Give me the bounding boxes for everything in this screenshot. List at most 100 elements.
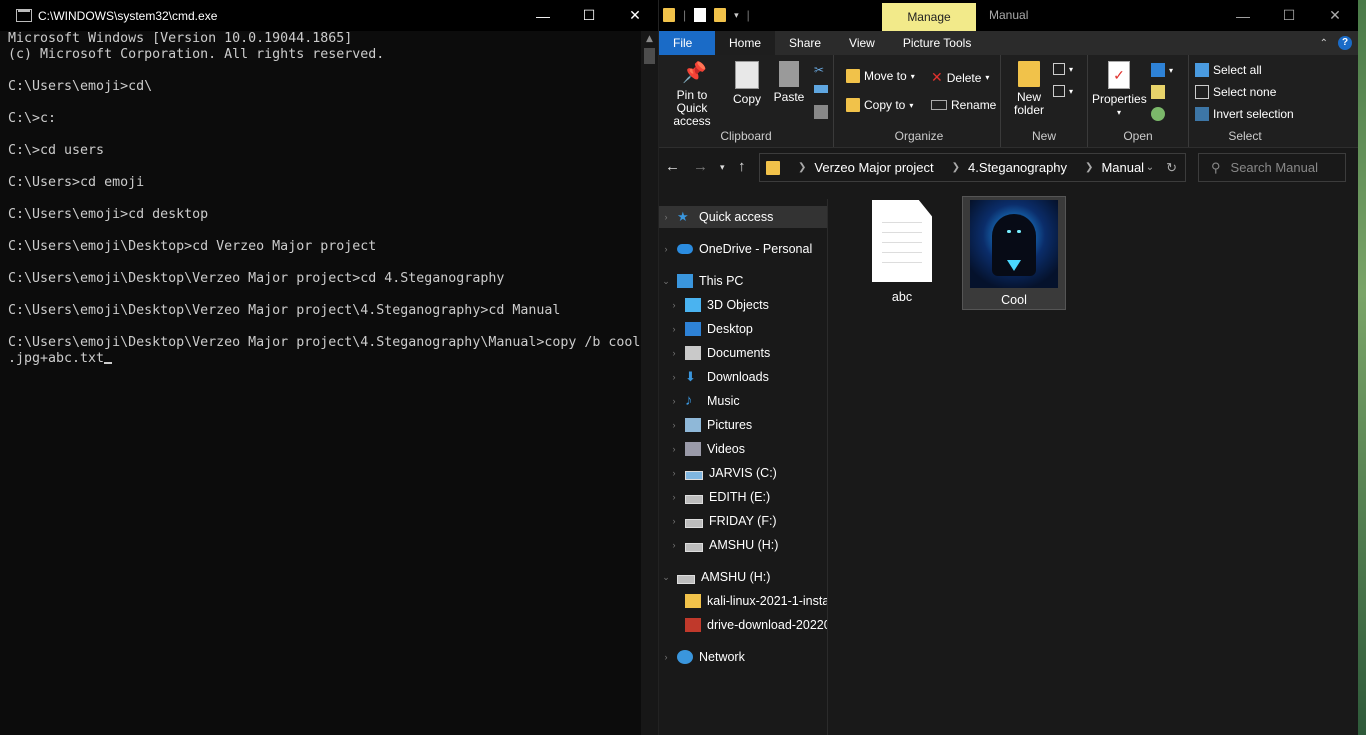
cmd-scrollbar[interactable]: ▲ xyxy=(641,31,658,735)
tab-picture-tools[interactable]: Picture Tools xyxy=(889,31,985,55)
up-button[interactable]: ↑ xyxy=(738,158,746,175)
paste-shortcut-icon[interactable] xyxy=(814,105,828,119)
search-input[interactable]: ⚲ Search Manual xyxy=(1198,153,1346,182)
cmd-window[interactable]: C:\WINDOWS\system32\cmd.exe — ☐ ✕ Micros… xyxy=(0,0,659,735)
tab-file[interactable]: File xyxy=(659,31,715,55)
address-dropdown-icon[interactable]: ⌄ xyxy=(1146,162,1154,173)
nav-item[interactable]: › JARVIS (C:) xyxy=(659,462,827,484)
chevron-right-icon[interactable]: › xyxy=(669,372,679,382)
chevron-right-icon[interactable]: › xyxy=(661,212,671,222)
pictures-icon xyxy=(685,418,701,432)
breadcrumb-item[interactable]: Manual xyxy=(1101,160,1144,175)
chevron-right-icon[interactable]: › xyxy=(669,492,679,502)
pin-to-quick-access-button[interactable]: 📌 Pin to Quick access xyxy=(661,61,723,128)
copy-button[interactable]: Copy xyxy=(729,61,765,106)
cmd-output[interactable]: Microsoft Windows [Version 10.0.19044.18… xyxy=(8,31,640,735)
chevron-right-icon[interactable]: › xyxy=(669,396,679,406)
breadcrumb-item[interactable]: Verzeo Major project xyxy=(814,160,933,175)
nav-item[interactable]: › Desktop xyxy=(659,318,827,340)
nav-item[interactable]: › Videos xyxy=(659,438,827,460)
nav-item[interactable]: › Pictures xyxy=(659,414,827,436)
properties-icon[interactable] xyxy=(694,8,707,22)
easy-access-icon[interactable]: ▾ xyxy=(1053,85,1073,97)
move-to-button[interactable]: Move to ▾ xyxy=(846,69,915,83)
refresh-icon[interactable]: ↻ xyxy=(1166,160,1177,176)
nav-item[interactable]: › Documents xyxy=(659,342,827,364)
select-none-button[interactable]: Select none xyxy=(1195,85,1276,99)
tab-home[interactable]: Home xyxy=(715,31,776,55)
cmd-line: C:\Users\emoji\Desktop\Verzeo Major proj… xyxy=(8,271,505,286)
chevron-right-icon[interactable]: › xyxy=(669,324,679,334)
nav-item[interactable]: › 3D Objects xyxy=(659,294,827,316)
forward-button[interactable]: → xyxy=(693,158,708,175)
explorer-window[interactable]: | ▾ | Manage Manual — ☐ ✕ File Home Shar… xyxy=(659,0,1358,735)
properties-button[interactable]: ✓ Properties ▾ xyxy=(1092,61,1147,119)
chevron-right-icon[interactable]: › xyxy=(661,244,671,254)
open-with-icon[interactable]: ▾ xyxy=(1151,63,1173,77)
chevron-right-icon[interactable]: › xyxy=(669,348,679,358)
new-folder-button[interactable]: New folder xyxy=(1011,61,1047,117)
chevron-right-icon[interactable]: › xyxy=(669,516,679,526)
nav-item[interactable]: › ♪ Music xyxy=(659,390,827,412)
chevron-down-icon[interactable]: ▾ xyxy=(734,10,739,21)
invert-selection-button[interactable]: Invert selection xyxy=(1195,107,1294,121)
chevron-right-icon[interactable]: › xyxy=(669,444,679,454)
nav-item[interactable]: › AMSHU (H:) xyxy=(659,534,827,556)
close-button[interactable]: ✕ xyxy=(612,0,658,31)
nav-item[interactable]: drive-download-20220 xyxy=(659,614,827,636)
chevron-down-icon[interactable]: ⌄ xyxy=(661,572,671,583)
nav-item[interactable]: › FRIDAY (F:) xyxy=(659,510,827,532)
file-list[interactable]: abc Cool xyxy=(828,186,1358,735)
rename-button[interactable]: Rename xyxy=(931,98,996,112)
history-icon[interactable] xyxy=(1151,107,1165,121)
tab-share[interactable]: Share xyxy=(775,31,835,55)
nav-item[interactable]: › EDITH (E:) xyxy=(659,486,827,508)
copy-path-icon[interactable] xyxy=(814,85,828,93)
chevron-right-icon[interactable]: › xyxy=(669,540,679,550)
scroll-up-icon[interactable]: ▲ xyxy=(641,31,658,48)
paste-button[interactable]: Paste xyxy=(771,61,807,104)
close-button[interactable]: ✕ xyxy=(1312,0,1358,31)
minimize-button[interactable]: — xyxy=(520,0,566,31)
recent-locations-icon[interactable]: ▾ xyxy=(720,162,725,173)
collapse-ribbon-icon[interactable]: ⌃ xyxy=(1320,38,1328,49)
file-item-abc[interactable]: abc xyxy=(852,200,952,310)
nav-item[interactable]: ⌄ AMSHU (H:) xyxy=(659,566,827,588)
cmd-titlebar[interactable]: C:\WINDOWS\system32\cmd.exe — ☐ ✕ xyxy=(0,0,658,31)
explorer-titlebar[interactable]: | ▾ | Manage Manual — ☐ ✕ xyxy=(659,0,1358,31)
scroll-thumb[interactable] xyxy=(644,48,655,64)
maximize-button[interactable]: ☐ xyxy=(566,0,612,31)
chevron-right-icon[interactable]: › xyxy=(669,468,679,478)
cmd-line xyxy=(8,127,640,143)
edit-icon[interactable] xyxy=(1151,85,1165,99)
breadcrumb-item[interactable]: 4.Steganography xyxy=(968,160,1067,175)
new-item-icon[interactable]: ▾ xyxy=(1053,63,1073,75)
file-item-cool[interactable]: Cool xyxy=(962,196,1066,310)
folder-icon[interactable] xyxy=(663,8,675,22)
nav-item[interactable]: ⌄ This PC xyxy=(659,270,827,292)
nav-item[interactable]: › ⬇ Downloads xyxy=(659,366,827,388)
new-folder-icon[interactable] xyxy=(714,8,727,22)
delete-button[interactable]: ✕ Delete ▾ xyxy=(931,69,989,86)
cut-icon[interactable]: ✂ xyxy=(814,63,824,77)
address-bar[interactable]: ❯ Verzeo Major project ❯ 4.Steganography ❯… xyxy=(759,153,1186,182)
select-all-button[interactable]: Select all xyxy=(1195,63,1262,77)
navigation-pane[interactable]: › ★ Quick access › OneDrive - Personal ⌄ This … xyxy=(659,199,828,735)
help-icon[interactable]: ? xyxy=(1338,36,1352,50)
cmd-line xyxy=(8,159,640,175)
minimize-button[interactable]: — xyxy=(1220,0,1266,31)
chevron-right-icon[interactable]: › xyxy=(669,300,679,310)
maximize-button[interactable]: ☐ xyxy=(1266,0,1312,31)
nav-item[interactable]: › ★ Quick access xyxy=(659,206,827,228)
chevron-right-icon[interactable]: › xyxy=(669,420,679,430)
copy-to-button[interactable]: Copy to ▾ xyxy=(846,98,913,112)
nav-item[interactable]: › OneDrive - Personal xyxy=(659,238,827,260)
chevron-down-icon[interactable]: ⌄ xyxy=(661,276,671,287)
tab-view[interactable]: View xyxy=(835,31,889,55)
tab-manage[interactable]: Manage xyxy=(882,3,976,31)
nav-item[interactable]: › Network xyxy=(659,646,827,668)
chevron-right-icon[interactable]: › xyxy=(661,652,671,662)
nav-item[interactable]: kali-linux-2021-1-insta xyxy=(659,590,827,612)
back-button[interactable]: ← xyxy=(665,158,680,175)
open-group: ✓ Properties ▾ ▾ Open xyxy=(1088,55,1189,147)
